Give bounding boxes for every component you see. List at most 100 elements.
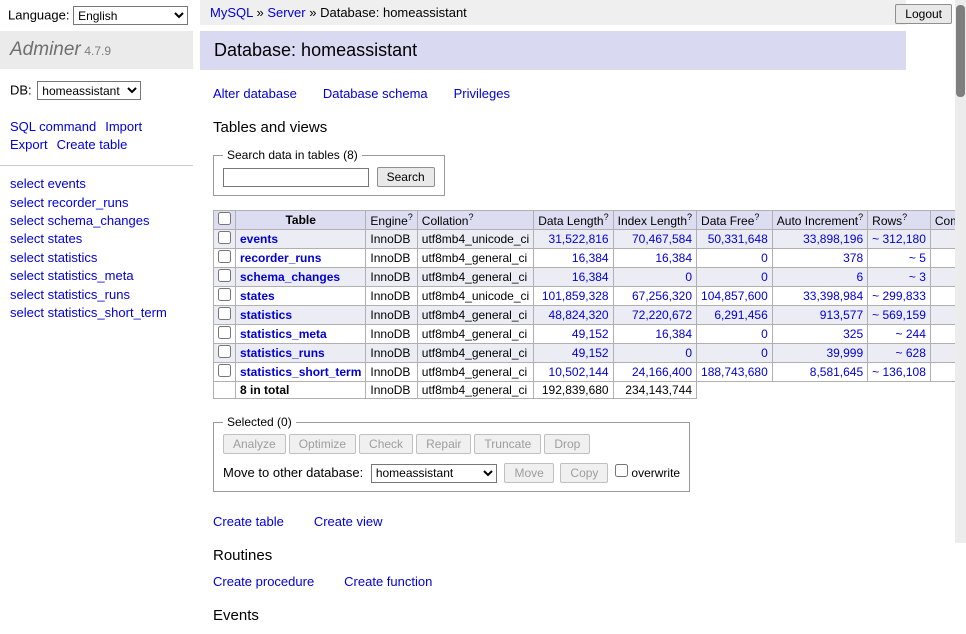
nav-privileges[interactable]: Privileges [454,86,510,101]
select-link-statistics[interactable]: select [10,250,44,265]
row-checkbox-statistics-short-term[interactable] [218,364,231,377]
rows-link[interactable]: ~ 628 [896,346,926,360]
create-table-link[interactable]: Create table [213,514,284,529]
vertical-scrollbar[interactable] [955,0,966,543]
language-select[interactable]: English [73,6,188,25]
index-length-link[interactable]: 67,256,320 [632,289,692,303]
row-checkbox-statistics-runs[interactable] [218,345,231,358]
data-free-link[interactable]: 50,331,648 [708,232,768,246]
logout-button[interactable]: Logout [895,4,952,24]
table-name-link-schema-changes[interactable]: schema_changes [240,270,340,284]
search-input[interactable] [223,168,369,187]
overwrite-checkbox[interactable] [615,464,628,477]
table-link-statistics[interactable]: statistics [48,250,98,265]
breadcrumb-item-server[interactable]: Server [267,5,305,20]
create-function-link[interactable]: Create function [344,574,432,589]
data-free-link[interactable]: 0 [761,251,768,265]
data-free-link[interactable]: 0 [761,327,768,341]
adminer-logo[interactable]: Adminer [10,39,81,60]
data-length-link[interactable]: 49,152 [572,327,609,341]
table-link-schema-changes[interactable]: schema_changes [48,213,150,228]
index-length-link[interactable]: 70,467,584 [632,232,692,246]
check-button[interactable]: Check [359,434,413,454]
select-link-events[interactable]: select [10,176,44,191]
truncate-button[interactable]: Truncate [474,434,541,454]
table-link-statistics-short-term[interactable]: statistics_short_term [48,305,167,320]
index-length-link[interactable]: 24,166,400 [632,365,692,379]
auto-increment-link[interactable]: 913,577 [820,308,863,322]
table-name-link-events[interactable]: events [240,232,278,246]
search-button[interactable]: Search [377,167,435,187]
auto-increment-link[interactable]: 33,898,196 [803,232,863,246]
auto-increment-link[interactable]: 6 [856,270,863,284]
auto-increment-link[interactable]: 39,999 [826,346,863,360]
create-procedure-link[interactable]: Create procedure [213,574,314,589]
row-checkbox-states[interactable] [218,288,231,301]
analyze-button[interactable]: Analyze [223,434,286,454]
rows-link[interactable]: ~ 299,833 [872,289,926,303]
table-name-link-statistics[interactable]: statistics [240,308,292,322]
data-length-link[interactable]: 31,522,816 [549,232,609,246]
select-link-schema-changes[interactable]: select [10,213,44,228]
create-view-link[interactable]: Create view [314,514,383,529]
data-free-link[interactable]: 0 [761,346,768,360]
data-free-link[interactable]: 6,291,456 [714,308,767,322]
data-length-link[interactable]: 101,859,328 [542,289,609,303]
data-length-link[interactable]: 16,384 [572,251,609,265]
rows-link[interactable]: ~ 312,180 [872,232,926,246]
select-link-recorder-runs[interactable]: select [10,195,44,210]
sidebar-action-create-table[interactable]: Create table [57,137,128,152]
data-free-link[interactable]: 0 [761,270,768,284]
table-link-recorder-runs[interactable]: recorder_runs [48,195,129,210]
row-checkbox-statistics[interactable] [218,307,231,320]
row-checkbox-events[interactable] [218,231,231,244]
select-all-checkbox[interactable] [218,212,231,225]
drop-button[interactable]: Drop [544,434,590,454]
table-link-statistics-meta[interactable]: statistics_meta [48,268,134,283]
rows-link[interactable]: ~ 569,159 [872,308,926,322]
auto-increment-link[interactable]: 378 [843,251,863,265]
nav-alter-database[interactable]: Alter database [213,86,297,101]
data-free-link[interactable]: 188,743,680 [701,365,768,379]
rows-link[interactable]: ~ 5 [909,251,926,265]
scrollbar-thumb[interactable] [956,5,965,97]
rows-link[interactable]: ~ 3 [909,270,926,284]
table-name-link-states[interactable]: states [240,289,275,303]
row-checkbox-schema-changes[interactable] [218,269,231,282]
select-link-states[interactable]: select [10,231,44,246]
move-button[interactable]: Move [504,463,553,483]
select-link-statistics-short-term[interactable]: select [10,305,44,320]
data-length-link[interactable]: 48,824,320 [549,308,609,322]
data-length-link[interactable]: 49,152 [572,346,609,360]
index-length-link[interactable]: 16,384 [655,327,692,341]
sidebar-action-import[interactable]: Import [105,119,142,134]
optimize-button[interactable]: Optimize [289,434,356,454]
repair-button[interactable]: Repair [416,434,471,454]
db-select[interactable]: homeassistant [37,81,141,100]
index-length-link[interactable]: 72,220,672 [632,308,692,322]
table-link-statistics-runs[interactable]: statistics_runs [48,287,130,302]
row-checkbox-statistics-meta[interactable] [218,326,231,339]
rows-link[interactable]: ~ 136,108 [872,365,926,379]
breadcrumb-item-mysql[interactable]: MySQL [210,5,253,20]
move-db-select[interactable]: homeassistant [371,464,497,483]
table-link-events[interactable]: events [48,176,86,191]
sidebar-action-export[interactable]: Export [10,137,48,152]
nav-database-schema[interactable]: Database schema [323,86,428,101]
select-link-statistics-meta[interactable]: select [10,268,44,283]
table-name-link-statistics-runs[interactable]: statistics_runs [240,346,325,360]
select-link-statistics-runs[interactable]: select [10,287,44,302]
auto-increment-link[interactable]: 8,581,645 [810,365,863,379]
index-length-link[interactable]: 0 [685,346,692,360]
data-length-link[interactable]: 10,502,144 [549,365,609,379]
table-link-states[interactable]: states [48,231,83,246]
copy-button[interactable]: Copy [560,463,608,483]
index-length-link[interactable]: 0 [685,270,692,284]
index-length-link[interactable]: 16,384 [655,251,692,265]
auto-increment-link[interactable]: 33,398,984 [803,289,863,303]
rows-link[interactable]: ~ 244 [896,327,926,341]
data-length-link[interactable]: 16,384 [572,270,609,284]
row-checkbox-recorder-runs[interactable] [218,250,231,263]
data-free-link[interactable]: 104,857,600 [701,289,768,303]
table-name-link-statistics-meta[interactable]: statistics_meta [240,327,327,341]
